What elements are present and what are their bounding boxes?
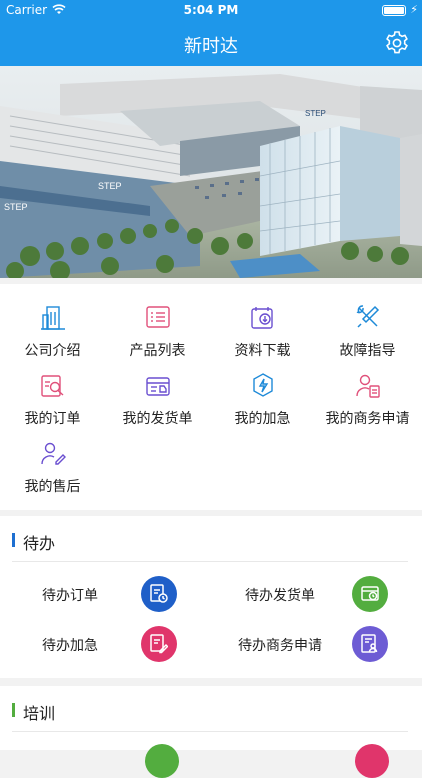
battery-icon xyxy=(382,5,406,16)
banner-sign-3: STEP xyxy=(305,109,326,118)
menu-label: 我的售后 xyxy=(24,479,81,495)
training-icon-partial[interactable] xyxy=(145,744,179,778)
list-icon xyxy=(146,306,170,328)
person-edit-icon xyxy=(41,442,66,465)
menu-item-troubleshoot[interactable]: 故障指导 xyxy=(315,304,420,370)
banner-sign-1: STEP xyxy=(98,181,122,191)
section-accent-bar xyxy=(12,533,15,547)
todo-label: 待办加急 xyxy=(42,638,98,654)
status-bar: Carrier 5:04 PM ⚡ xyxy=(0,0,422,20)
clock: 5:04 PM xyxy=(183,3,239,17)
nav-bar: 新时达 xyxy=(0,20,422,66)
menu-label: 我的发货单 xyxy=(122,411,193,427)
charging-icon: ⚡ xyxy=(410,3,418,16)
order-search-icon xyxy=(41,375,64,397)
menu-item-downloads[interactable]: 资料下载 xyxy=(210,304,315,370)
menu-grid: 公司介绍 产品列表 资料下载 故障指导 我的订单 我的发货单 我的加急 我的商务… xyxy=(0,284,422,510)
box-clock-icon xyxy=(352,576,388,612)
section-title: 培训 xyxy=(23,704,56,723)
factory-illustration: STEP STEP STEP xyxy=(0,66,422,278)
section-title: 待办 xyxy=(23,534,56,553)
page-title: 新时达 xyxy=(184,36,238,57)
menu-label: 故障指导 xyxy=(339,343,396,359)
menu-label: 我的加急 xyxy=(234,411,291,427)
order-clock-icon xyxy=(141,576,177,612)
menu-label: 资料下载 xyxy=(234,343,291,359)
settings-gear-icon[interactable] xyxy=(384,30,410,56)
menu-item-my-aftersales[interactable]: 我的售后 xyxy=(0,440,105,506)
todo-label: 待办发货单 xyxy=(245,588,315,604)
menu-label: 我的订单 xyxy=(24,411,81,427)
menu-item-my-orders[interactable]: 我的订单 xyxy=(0,372,105,438)
delivery-box-icon xyxy=(146,377,170,396)
banner-sign-2: STEP xyxy=(4,202,28,212)
document-person-icon xyxy=(352,626,388,662)
menu-label: 我的商务申请 xyxy=(325,411,410,427)
menu-item-my-urgent[interactable]: 我的加急 xyxy=(210,372,315,438)
building-icon xyxy=(41,306,65,330)
tools-icon xyxy=(356,305,380,328)
menu-item-company[interactable]: 公司介绍 xyxy=(0,304,105,370)
todo-item-orders[interactable]: 待办订单 xyxy=(0,574,211,614)
person-document-icon xyxy=(356,374,380,398)
todo-label: 待办订单 xyxy=(42,588,98,604)
menu-item-products[interactable]: 产品列表 xyxy=(105,304,210,370)
section-header: 待办 xyxy=(12,516,408,562)
menu-label: 公司介绍 xyxy=(24,343,81,359)
lightning-icon xyxy=(253,373,273,397)
todo-item-business[interactable]: 待办商务申请 xyxy=(211,624,422,664)
todo-section: 待办 待办订单 待办发货单 待办加急 待办商务申请 xyxy=(0,516,422,678)
document-edit-icon xyxy=(141,626,177,662)
section-accent-bar xyxy=(12,703,15,717)
todo-item-urgent[interactable]: 待办加急 xyxy=(0,624,211,664)
download-icon xyxy=(251,307,273,329)
training-section: 培训 xyxy=(0,686,422,778)
todo-label: 待办商务申请 xyxy=(238,638,322,654)
training-icon-partial[interactable] xyxy=(355,744,389,778)
menu-label: 产品列表 xyxy=(129,343,186,359)
section-header: 培训 xyxy=(12,686,408,732)
menu-item-my-business[interactable]: 我的商务申请 xyxy=(315,372,420,438)
menu-item-my-delivery[interactable]: 我的发货单 xyxy=(105,372,210,438)
todo-item-delivery[interactable]: 待办发货单 xyxy=(211,574,422,614)
banner-image[interactable]: STEP STEP STEP xyxy=(0,66,422,278)
